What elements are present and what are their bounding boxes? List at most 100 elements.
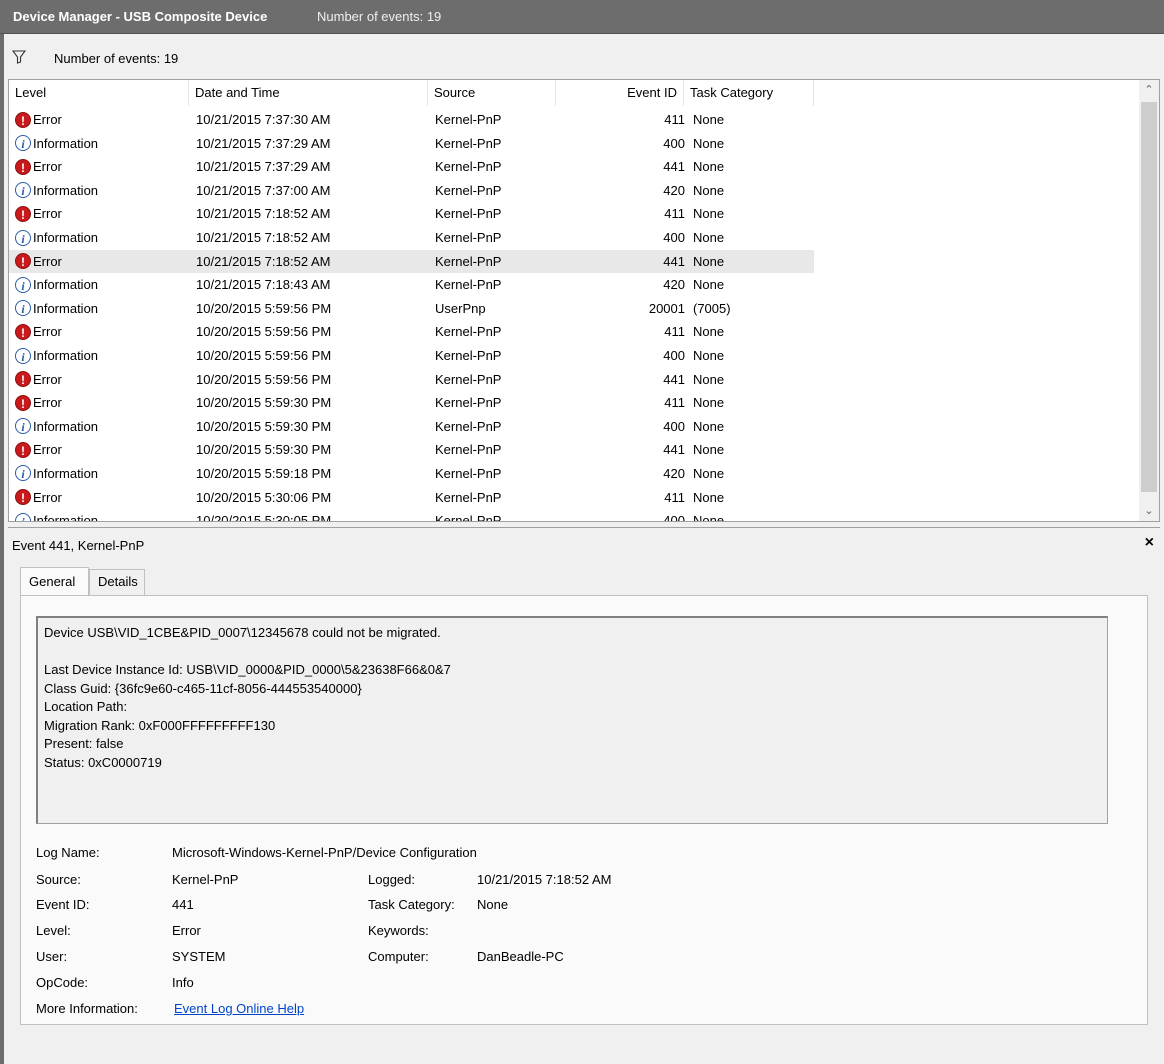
level-text: Error <box>33 112 62 127</box>
table-row[interactable]: i Information 10/21/2015 7:37:29 AM Kernel-… <box>9 132 1139 156</box>
source-cell: Kernel-PnP <box>435 135 502 151</box>
task-category-cell: None <box>693 182 725 198</box>
event-id-cell: 400 <box>663 135 685 151</box>
event-id-cell: 441 <box>663 442 685 458</box>
level-text: Error <box>33 489 62 505</box>
level-cell: i Information <box>15 415 187 439</box>
level-value: Error <box>172 923 201 938</box>
date-cell: 10/20/2015 5:59:56 PM <box>196 324 332 340</box>
table-row[interactable]: ! Error 10/21/2015 7:18:52 AM Kernel-PnP 441… <box>9 249 814 274</box>
level-text: Error <box>33 324 62 340</box>
task-category-label: Task Category: <box>368 897 455 912</box>
level-text: Error <box>33 442 62 458</box>
task-category-cell: None <box>693 418 725 434</box>
level-text: Error <box>33 206 62 222</box>
vertical-scrollbar[interactable]: ⌃ ⌄ <box>1139 80 1159 521</box>
level-cell: ! Error <box>15 486 187 510</box>
table-row[interactable]: ! Error 10/20/2015 5:30:06 PM Kernel-PnP 411… <box>9 486 1139 510</box>
column-header-source[interactable]: Source <box>428 80 556 106</box>
error-icon: ! <box>15 205 31 222</box>
table-row[interactable]: ! Error 10/21/2015 7:37:30 AM Kernel-PnP 411… <box>9 108 1139 132</box>
message-line: Migration Rank: 0xF000FFFFFFFFF130 <box>44 717 276 733</box>
level-text: Information <box>33 182 99 198</box>
event-list[interactable]: Level Date and Time Source Event ID Task… <box>8 79 1160 522</box>
source-cell: Kernel-PnP <box>435 277 502 293</box>
source-cell: Kernel-PnP <box>435 395 502 411</box>
source-cell: Kernel-PnP <box>435 465 502 481</box>
information-icon: i <box>15 418 31 435</box>
date-cell: 10/21/2015 7:37:29 AM <box>196 135 331 151</box>
window-event-count: Number of events: 19 <box>317 9 442 24</box>
detail-header: Event 441, Kernel-PnP × <box>8 527 1160 559</box>
level-text: Error <box>33 253 62 269</box>
column-header-level[interactable]: Level <box>9 80 189 106</box>
task-category-cell: None <box>693 253 725 269</box>
date-cell: 10/21/2015 7:37:00 AM <box>196 182 331 198</box>
event-id-cell: 400 <box>663 513 685 522</box>
event-id-cell: 400 <box>663 229 685 245</box>
scroll-thumb[interactable] <box>1141 102 1157 492</box>
detail-title: Event 441, Kernel-PnP <box>12 538 145 553</box>
table-row[interactable]: ! Error 10/20/2015 5:59:30 PM Kernel-PnP 411… <box>9 391 1139 415</box>
table-row[interactable]: i Information 10/20/2015 5:30:05 PM Kernel-… <box>9 509 1139 522</box>
close-icon[interactable]: × <box>1145 534 1154 552</box>
column-header-task-category[interactable]: Task Category <box>684 80 814 106</box>
date-cell: 10/21/2015 7:18:43 AM <box>196 277 331 293</box>
date-cell: 10/21/2015 7:18:52 AM <box>196 206 331 222</box>
message-line: Last Device Instance Id: USB\VID_0000&PI… <box>44 662 451 677</box>
filter-icon[interactable] <box>12 50 26 64</box>
source-value: Kernel-PnP <box>172 872 239 887</box>
level-cell: i Information <box>15 297 187 321</box>
level-cell: ! Error <box>15 391 187 415</box>
scroll-up-icon[interactable]: ⌃ <box>1139 80 1159 100</box>
table-row[interactable]: i Information 10/21/2015 7:18:52 AM Kernel-… <box>9 226 1139 250</box>
table-row[interactable]: i Information 10/21/2015 7:18:43 AM Kernel-… <box>9 273 1139 297</box>
task-category-cell: None <box>693 395 725 411</box>
event-id-value: 441 <box>172 897 194 912</box>
task-category-cell: None <box>693 371 725 387</box>
information-icon: i <box>15 512 31 521</box>
event-rows: ! Error 10/21/2015 7:37:30 AM Kernel-PnP 411… <box>9 108 1139 522</box>
event-id-cell: 420 <box>663 465 685 481</box>
event-message-box[interactable]: Device USB\VID_1CBE&PID_0007\12345678 co… <box>36 616 1108 824</box>
source-cell: Kernel-PnP <box>435 229 502 245</box>
scroll-down-icon[interactable]: ⌄ <box>1139 501 1159 521</box>
level-text: Error <box>33 371 62 387</box>
event-id-cell: 441 <box>663 159 685 175</box>
source-cell: Kernel-PnP <box>435 182 502 198</box>
date-cell: 10/20/2015 5:59:30 PM <box>196 418 332 434</box>
task-category-cell: None <box>693 489 725 505</box>
error-icon: ! <box>15 441 31 458</box>
tab-details[interactable]: Details <box>89 569 145 595</box>
user-label: User: <box>36 949 68 964</box>
source-cell: Kernel-PnP <box>435 112 502 127</box>
event-id-cell: 441 <box>663 253 685 269</box>
source-cell: Kernel-PnP <box>435 159 502 175</box>
level-cell: ! Error <box>15 438 187 462</box>
task-category-cell: None <box>693 347 725 363</box>
date-cell: 10/21/2015 7:37:29 AM <box>196 159 331 175</box>
column-header-event-id[interactable]: Event ID <box>556 80 684 106</box>
source-label: Source: <box>36 872 81 887</box>
task-category-cell: None <box>693 112 725 127</box>
column-header-date[interactable]: Date and Time <box>189 80 428 106</box>
message-line <box>44 643 1101 662</box>
table-row[interactable]: ! Error 10/21/2015 7:37:29 AM Kernel-PnP 441… <box>9 155 1139 179</box>
table-row[interactable]: ! Error 10/20/2015 5:59:30 PM Kernel-PnP 441… <box>9 438 1139 462</box>
task-category-cell: None <box>693 159 725 175</box>
table-row[interactable]: ! Error 10/21/2015 7:18:52 AM Kernel-PnP 411… <box>9 202 1139 226</box>
event-id-cell: 411 <box>664 489 685 505</box>
tab-general[interactable]: General <box>20 567 89 595</box>
table-row[interactable]: i Information 10/20/2015 5:59:18 PM Kernel-… <box>9 462 1139 486</box>
column-headers: Level Date and Time Source Event ID Task… <box>9 80 1139 106</box>
table-row[interactable]: ! Error 10/20/2015 5:59:56 PM Kernel-PnP 411… <box>9 320 1139 344</box>
table-row[interactable]: i Information 10/20/2015 5:59:56 PM UserPnp… <box>9 297 1139 321</box>
level-cell: ! Error <box>15 320 187 344</box>
level-label: Level: <box>36 923 71 938</box>
event-log-online-help-link[interactable]: Event Log Online Help <box>174 1001 304 1016</box>
table-row[interactable]: ! Error 10/20/2015 5:59:56 PM Kernel-PnP 441… <box>9 368 1139 392</box>
table-row[interactable]: i Information 10/20/2015 5:59:56 PM Kernel-… <box>9 344 1139 368</box>
table-row[interactable]: i Information 10/20/2015 5:59:30 PM Kernel-… <box>9 415 1139 439</box>
log-name-label: Log Name: <box>36 845 100 860</box>
table-row[interactable]: i Information 10/21/2015 7:37:00 AM Kernel-… <box>9 179 1139 203</box>
